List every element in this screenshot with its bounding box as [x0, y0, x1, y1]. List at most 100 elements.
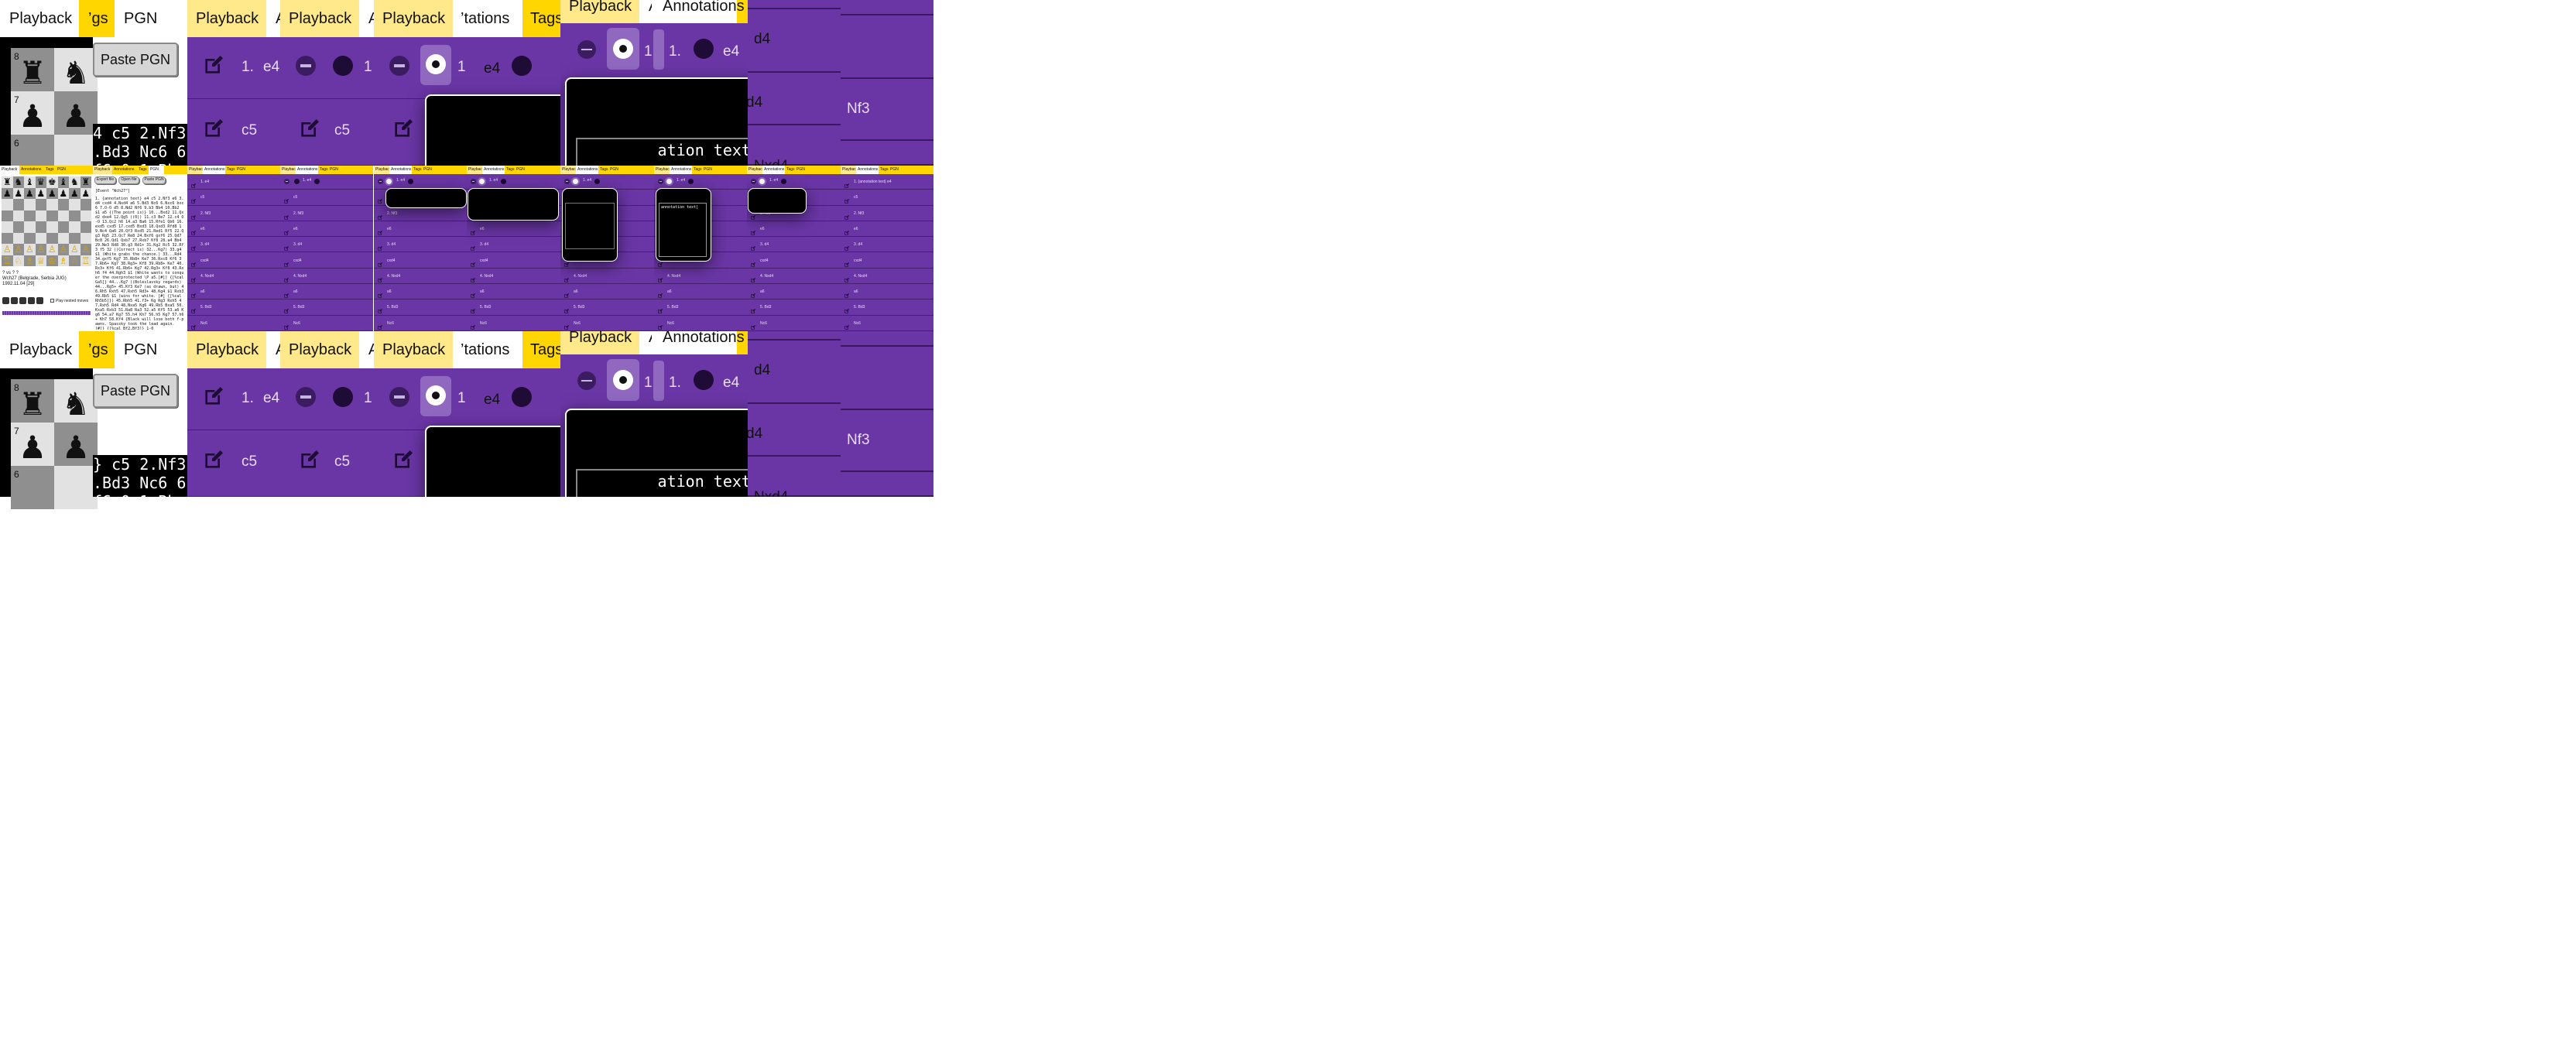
move-text[interactable]: 1.	[242, 390, 254, 407]
move-text[interactable]: 2. Nf3	[854, 211, 864, 216]
chess-board-small[interactable]: ♜ ♞ ♝ ♛ ♚ ♝ ♞ ♜ ♟ ♟ ♟ ♟ ♟ ♟ ♟ ♟ ♙ ♙ ♙ ♙ ♙ ♙ ♙ ♙ ♖ ♘ ♗ ♕ ♔ ♗ ♘ ♖	[2, 176, 91, 266]
move-text[interactable]: 1	[644, 43, 653, 60]
move-row[interactable]: 4. Nxd4	[747, 269, 841, 285]
tab-annotations[interactable]: Annotations	[112, 166, 137, 174]
record-icon[interactable]	[333, 387, 353, 407]
tab-playback[interactable]: Playback	[654, 166, 671, 174]
remove-annotation-icon[interactable]	[577, 40, 596, 59]
board-square[interactable]	[46, 199, 58, 210]
move-text[interactable]: Nf3	[847, 432, 870, 449]
move-text[interactable]: 5. Bd3	[480, 305, 491, 310]
move-text[interactable]: 5. Bd3	[854, 305, 865, 310]
board-square[interactable]	[54, 466, 98, 509]
record-toggle-active[interactable]	[420, 376, 451, 416]
move-text[interactable]: 5. Bd3	[574, 305, 584, 310]
tab-annotations[interactable]: ’tations	[453, 0, 522, 37]
move-row[interactable]: 3. d4	[467, 237, 560, 253]
tab-annotations[interactable]: Annotations	[482, 166, 505, 174]
move-row[interactable]: c5	[280, 190, 373, 206]
move-row[interactable]: a6	[560, 284, 654, 300]
play-button[interactable]	[19, 297, 26, 304]
edit-annotation-icon[interactable]	[190, 320, 197, 330]
tab-playback[interactable]: Playback	[187, 0, 266, 37]
move-text[interactable]: c5	[293, 195, 297, 200]
move-text[interactable]: e6	[854, 227, 858, 231]
move-row[interactable]	[841, 472, 933, 497]
edit-annotation-icon[interactable]	[844, 304, 850, 314]
tab-playback[interactable]: Playback	[374, 166, 391, 174]
tab-playback[interactable]: Playback	[93, 166, 112, 174]
tab-annotations[interactable]: A	[639, 331, 659, 354]
move-row[interactable]	[748, 331, 841, 340]
move-text[interactable]: d4	[748, 94, 762, 111]
tab-annotations[interactable]: A	[359, 0, 374, 37]
remove-annotation-icon[interactable]	[577, 371, 596, 390]
move-text[interactable]: cxd4	[200, 258, 209, 263]
tab-playback[interactable]: Playback	[467, 166, 484, 174]
move-text[interactable]: c5	[242, 453, 257, 471]
move-row[interactable]: cxd4	[467, 253, 560, 269]
move-text[interactable]: 5. Bd3	[293, 305, 304, 310]
move-row[interactable]: Nc6	[467, 316, 560, 331]
edit-annotation-icon[interactable]	[657, 320, 663, 330]
move-text[interactable]: Nc6	[574, 321, 581, 326]
move-row[interactable]: 5. Bd3	[841, 299, 933, 316]
chess-piece[interactable]: ♙	[2, 244, 13, 255]
move-text[interactable]: Nc6	[200, 321, 207, 326]
open-file-button[interactable]: Open file	[118, 176, 139, 184]
move-row[interactable]: a6	[280, 284, 373, 300]
move-text[interactable]: 3. d4	[200, 242, 209, 247]
board-square[interactable]	[2, 232, 13, 244]
board-square[interactable]	[80, 221, 91, 233]
move-text[interactable]: 4. Nxd4	[667, 274, 680, 279]
chess-piece[interactable]: ♘	[69, 255, 80, 267]
tab-tags[interactable]: Tags	[44, 166, 56, 174]
next-icon[interactable]	[694, 370, 714, 390]
move-text[interactable]: c5	[334, 122, 350, 139]
chess-piece[interactable]: ♗	[24, 255, 36, 267]
move-text[interactable]: d4	[754, 362, 770, 379]
move-row[interactable]: cxd4	[280, 253, 373, 269]
tab-playback[interactable]: Playback	[374, 0, 453, 37]
tab-tags[interactable]: Tags	[522, 0, 560, 37]
move-text[interactable]: 4. Nxd4	[200, 274, 214, 279]
board-square[interactable]	[2, 210, 13, 221]
move-row[interactable]: c5	[187, 190, 280, 206]
tab-pgn[interactable]: PGN	[115, 0, 164, 37]
edit-annotation-icon[interactable]	[190, 241, 197, 251]
annotation-editor[interactable]: ation text|	[565, 77, 748, 166]
move-row[interactable]: 2. Nf3	[280, 206, 373, 221]
move-row[interactable]: 4. Nxd4	[560, 269, 654, 285]
tab-pgn[interactable]: PGN	[608, 166, 620, 174]
edit-annotation-icon[interactable]	[297, 447, 322, 472]
board-square[interactable]	[69, 221, 80, 233]
remove-annotation-icon[interactable]	[658, 179, 663, 184]
tab-pgn[interactable]: PGN	[235, 166, 247, 174]
move-row[interactable]: c5	[187, 430, 280, 497]
first-move-button[interactable]	[2, 297, 9, 304]
annotation-input[interactable]: ation text|	[576, 469, 748, 497]
board-square[interactable]	[12, 199, 24, 210]
tab-tags[interactable]: Tags	[598, 166, 608, 174]
annotation-editor[interactable]	[385, 188, 467, 208]
move-row[interactable]: 2. Nf3	[841, 206, 933, 221]
chess-piece[interactable]: ♙	[58, 244, 70, 255]
move-text[interactable]: e4	[484, 60, 500, 77]
move-row[interactable]	[841, 0, 933, 15]
edit-annotation-icon[interactable]	[750, 320, 756, 330]
edit-annotation-icon[interactable]	[564, 320, 570, 330]
annotation-editor[interactable]: annotation text|	[656, 188, 711, 262]
next-icon[interactable]	[314, 179, 320, 184]
move-text[interactable]: 4. Nxd4	[387, 274, 400, 279]
chess-piece[interactable]: ♗	[58, 255, 70, 267]
move-text[interactable]: e6	[760, 227, 765, 231]
move-text[interactable]: 4. Nxd4	[854, 274, 867, 279]
tab-tags[interactable]: Tags	[318, 166, 328, 174]
tab-playback[interactable]: Playback	[0, 331, 79, 368]
move-row[interactable]: cxd4	[841, 253, 933, 269]
move-text[interactable]: Nf3	[847, 101, 870, 118]
tab-playback[interactable]: Playback	[0, 0, 79, 37]
chess-piece[interactable]: ♟	[54, 426, 98, 469]
remove-annotation-icon[interactable]	[389, 387, 409, 407]
tab-playback[interactable]: Playback	[560, 331, 639, 354]
